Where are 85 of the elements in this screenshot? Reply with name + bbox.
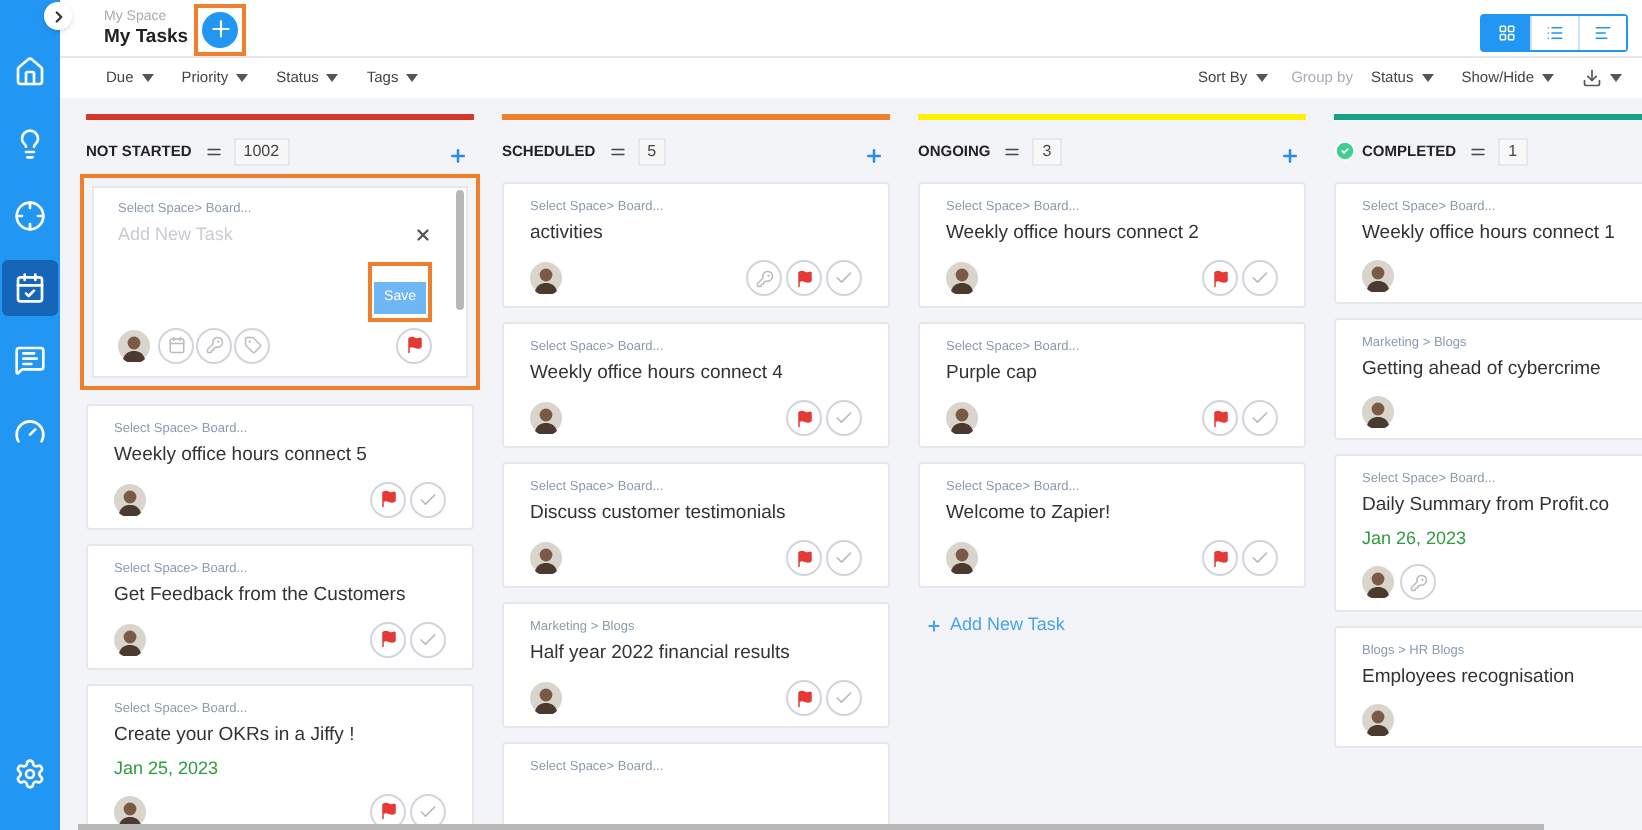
check-icon[interactable] [826,680,862,716]
task-title: Weekly office hours connect 2 [946,220,1201,248]
avatar [1362,704,1394,736]
key-icon[interactable] [1400,564,1436,600]
check-icon[interactable] [1242,260,1278,296]
tag-icon[interactable] [234,327,270,363]
count-badge: 1 [1498,137,1528,165]
download-button[interactable] [1582,68,1622,88]
task-title: Half year 2022 financial results [530,640,792,668]
check-icon[interactable] [826,260,862,296]
caret-icon [1421,74,1434,82]
due-date: Jan 25, 2023 [114,755,221,781]
flag-icon[interactable] [786,680,822,716]
flag-icon[interactable] [370,481,406,517]
calendar-check-icon[interactable] [2,260,58,316]
expand-button[interactable] [44,2,72,30]
task-title: Weekly office hours connect 1 [1362,220,1617,248]
task-title: Get Feedback from the Customers [114,581,408,609]
add-icon[interactable] [864,145,884,165]
horizontal-scrollbar[interactable] [78,824,1544,830]
check-icon[interactable] [410,621,446,657]
bars-icon [1594,23,1612,41]
avatar [1362,260,1394,292]
caret-icon [406,74,419,82]
flag-icon[interactable] [1202,400,1238,436]
flag-icon[interactable] [786,400,822,436]
plus-icon [207,16,234,42]
count-badge: 5 [637,137,667,165]
flag-icon[interactable] [370,621,406,657]
check-icon[interactable] [1242,540,1278,576]
avatar [530,262,562,294]
add-icon[interactable] [448,145,468,165]
task-title: Getting ahead of cybercrime [1362,356,1603,384]
close-icon[interactable] [414,226,432,245]
task-title: Daily Summary from Profit.co [1362,492,1612,520]
scrollbar[interactable] [456,190,464,310]
caret-icon [1542,74,1554,82]
avatar [114,483,146,515]
flag-icon[interactable] [786,540,822,576]
avatar [530,682,562,714]
check-icon[interactable] [410,481,446,517]
caret-icon [326,74,339,82]
board-view-button[interactable] [1482,15,1530,49]
flag-icon[interactable] [1202,540,1238,576]
calendar-icon[interactable] [158,327,194,363]
check-icon[interactable] [1242,400,1278,436]
due-date: Jan 26, 2023 [1362,526,1469,552]
list-icon [1546,23,1564,41]
task-title: Weekly office hours connect 5 [114,441,369,469]
page-title: My Tasks [104,25,189,49]
check-icon[interactable] [826,400,862,436]
caret-icon [236,74,249,82]
avatar [1362,396,1394,428]
grid-icon [1497,23,1515,41]
timeline-view-button[interactable] [1578,15,1626,49]
task-title: activities [530,220,605,248]
count-badge: 1002 [233,137,290,165]
avatar [530,542,562,574]
avatar [1362,566,1394,598]
check-icon[interactable] [826,540,862,576]
task-title: Purple cap [946,360,1039,388]
caret-icon [1255,74,1268,82]
task-title: Employees recognisation [1362,664,1577,692]
flag-icon[interactable] [396,327,432,363]
avatar [946,402,978,434]
count-badge: 3 [1032,137,1062,165]
add-button[interactable] [202,11,239,47]
avatar [530,402,562,434]
avatar [114,623,146,655]
flag-icon[interactable] [786,260,822,296]
task-title: Create your OKRs in a Jiffy ! [114,721,357,749]
caret-icon [141,74,154,82]
task-title: Discuss customer testimonials [530,500,788,528]
plus-icon [926,617,942,634]
avatar [946,542,978,574]
add-icon[interactable] [1280,145,1300,165]
task-title: Welcome to Zapier! [946,500,1113,528]
key-icon[interactable] [196,327,232,363]
avatar [118,329,150,361]
flag-icon[interactable] [1202,260,1238,296]
key-icon[interactable] [746,260,782,296]
avatar [946,262,978,294]
download-icon [1582,68,1602,88]
caret-icon [1610,74,1622,82]
task-title: Weekly office hours connect 4 [530,360,785,388]
